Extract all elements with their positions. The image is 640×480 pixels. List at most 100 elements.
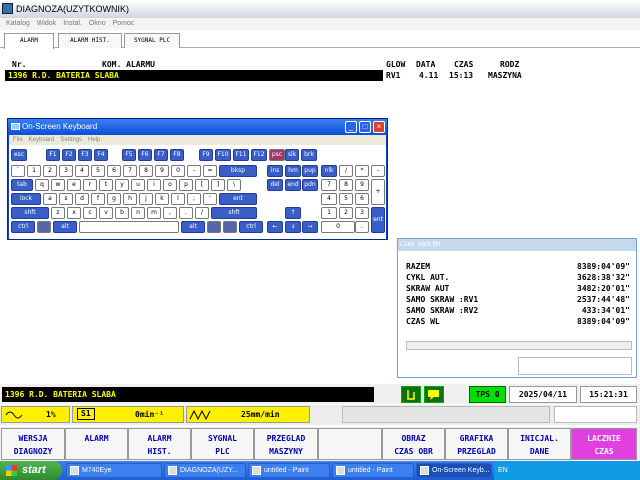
osk-menu-settings[interactable]: Settings bbox=[60, 135, 82, 145]
key-v[interactable]: v bbox=[99, 207, 113, 219]
key-_[interactable]: / bbox=[195, 207, 209, 219]
key-alt[interactable]: alt bbox=[181, 221, 205, 233]
key-j[interactable]: j bbox=[139, 193, 153, 205]
key-g[interactable]: g bbox=[107, 193, 121, 205]
key-n[interactable]: n bbox=[131, 207, 145, 219]
key-blank[interactable] bbox=[79, 221, 179, 233]
key-3[interactable]: 3 bbox=[59, 165, 73, 177]
key-ins[interactable]: ins bbox=[267, 165, 283, 177]
key-slk[interactable]: slk bbox=[285, 149, 299, 161]
key-_[interactable]: ` bbox=[11, 165, 25, 177]
key-w[interactable]: w bbox=[51, 179, 65, 191]
tab-alarm-hist[interactable]: ALARM HIST. bbox=[58, 33, 122, 48]
osk-title-bar[interactable]: On-Screen Keyboard _ □ × bbox=[8, 119, 387, 135]
key-blank[interactable] bbox=[207, 221, 221, 233]
key-_[interactable]: ← bbox=[267, 221, 283, 233]
key-8[interactable]: 8 bbox=[139, 165, 153, 177]
key-_[interactable]: . bbox=[179, 207, 193, 219]
key-ctrl[interactable]: ctrl bbox=[11, 221, 35, 233]
key-5[interactable]: 5 bbox=[91, 165, 105, 177]
key-x[interactable]: x bbox=[67, 207, 81, 219]
osk-menu-file[interactable]: File bbox=[13, 135, 23, 145]
key-d[interactable]: d bbox=[75, 193, 89, 205]
key-3[interactable]: 3 bbox=[355, 207, 369, 219]
minimize-button[interactable]: _ bbox=[345, 121, 357, 133]
key-1[interactable]: 1 bbox=[27, 165, 41, 177]
maximize-button[interactable]: □ bbox=[359, 121, 371, 133]
key-l[interactable]: l bbox=[171, 193, 185, 205]
key-_[interactable]: ↑ bbox=[285, 207, 301, 219]
key-8[interactable]: 8 bbox=[339, 179, 353, 191]
key-f5[interactable]: F5 bbox=[122, 149, 136, 161]
fkey-alarm-hist[interactable]: ALARM HIST. bbox=[128, 428, 191, 460]
alarm-row-selected[interactable]: 1396 R.D. BATERIA SLABA bbox=[5, 70, 383, 81]
key-bksp[interactable]: bksp bbox=[219, 165, 257, 177]
key-f4[interactable]: F4 bbox=[94, 149, 108, 161]
menu-instal[interactable]: Instal. bbox=[63, 18, 82, 30]
key-9[interactable]: 9 bbox=[155, 165, 169, 177]
key-f6[interactable]: F6 bbox=[138, 149, 152, 161]
osk-menu-help[interactable]: Help bbox=[88, 135, 100, 145]
key-c[interactable]: c bbox=[83, 207, 97, 219]
key-_[interactable]: = bbox=[203, 165, 217, 177]
key-pup[interactable]: pup bbox=[302, 165, 318, 177]
key-_[interactable]: → bbox=[302, 221, 318, 233]
key-4[interactable]: 4 bbox=[75, 165, 89, 177]
key-pdn[interactable]: pdn bbox=[302, 179, 318, 191]
taskbar-item[interactable]: untitled - Paint bbox=[332, 463, 414, 478]
key-f9[interactable]: F9 bbox=[199, 149, 213, 161]
key-nlk[interactable]: nlk bbox=[321, 165, 337, 177]
key-t[interactable]: t bbox=[99, 179, 113, 191]
key-9[interactable]: 9 bbox=[355, 179, 369, 191]
key-_[interactable]: [ bbox=[195, 179, 209, 191]
close-button[interactable]: × bbox=[373, 121, 385, 133]
key-q[interactable]: q bbox=[35, 179, 49, 191]
key-5[interactable]: 5 bbox=[339, 193, 353, 205]
menu-pomoc[interactable]: Pomoc bbox=[113, 18, 135, 30]
key-f[interactable]: f bbox=[91, 193, 105, 205]
key-s[interactable]: s bbox=[59, 193, 73, 205]
ogolem-input-box[interactable] bbox=[518, 357, 632, 375]
key-i[interactable]: i bbox=[147, 179, 161, 191]
key-f11[interactable]: F11 bbox=[233, 149, 249, 161]
key-f1[interactable]: F1 bbox=[46, 149, 60, 161]
key-m[interactable]: m bbox=[147, 207, 161, 219]
fkey-grafika-przeglad[interactable]: GRAFIKA PRZEGLAD bbox=[445, 428, 508, 460]
taskbar-item[interactable]: On-Screen Keyb... bbox=[416, 463, 492, 478]
key-7[interactable]: 7 bbox=[123, 165, 137, 177]
key-_[interactable]: / bbox=[339, 165, 353, 177]
key-esc[interactable]: esc bbox=[11, 149, 27, 161]
message-icon-button[interactable] bbox=[424, 386, 444, 403]
key-f12[interactable]: F12 bbox=[251, 149, 267, 161]
key-psc[interactable]: psc bbox=[269, 149, 285, 161]
key-_[interactable]: + bbox=[371, 179, 385, 205]
key-7[interactable]: 7 bbox=[321, 179, 337, 191]
hand-icon-button[interactable] bbox=[401, 386, 421, 403]
key-f10[interactable]: F10 bbox=[215, 149, 231, 161]
key-6[interactable]: 6 bbox=[107, 165, 121, 177]
osk-menu-keyboard[interactable]: Keyboard bbox=[29, 135, 55, 145]
key-shft[interactable]: shft bbox=[11, 207, 49, 219]
menu-widok[interactable]: Widok bbox=[37, 18, 56, 30]
fkey-inicjal-dane[interactable]: INICJAL. DANE bbox=[508, 428, 571, 460]
fkey-sygnal-plc[interactable]: SYGNAL PLC bbox=[191, 428, 254, 460]
key-f8[interactable]: F8 bbox=[170, 149, 184, 161]
fkey-lacznie-czas[interactable]: LACZNIE CZAS bbox=[571, 428, 637, 460]
key-_[interactable]: . bbox=[355, 221, 369, 233]
key-alt[interactable]: alt bbox=[53, 221, 77, 233]
fkey-obraz-czas-obr[interactable]: OBRAZ CZAS OBR bbox=[382, 428, 445, 460]
tab-alarm[interactable]: ALARM bbox=[4, 33, 54, 49]
key-_[interactable]: \ bbox=[227, 179, 241, 191]
key-2[interactable]: 2 bbox=[339, 207, 353, 219]
key-0[interactable]: 0 bbox=[321, 221, 355, 233]
key-hm[interactable]: hm bbox=[285, 165, 301, 177]
fkey-wersja-diagnozy[interactable]: WERSJA DIAGNOZY bbox=[1, 428, 65, 460]
key-o[interactable]: o bbox=[163, 179, 177, 191]
key-4[interactable]: 4 bbox=[321, 193, 337, 205]
key-_[interactable]: - bbox=[187, 165, 201, 177]
language-indicator[interactable]: EN bbox=[498, 467, 508, 474]
key-r[interactable]: r bbox=[83, 179, 97, 191]
key-_[interactable]: ↓ bbox=[285, 221, 301, 233]
key-1[interactable]: 1 bbox=[321, 207, 337, 219]
key-y[interactable]: y bbox=[115, 179, 129, 191]
